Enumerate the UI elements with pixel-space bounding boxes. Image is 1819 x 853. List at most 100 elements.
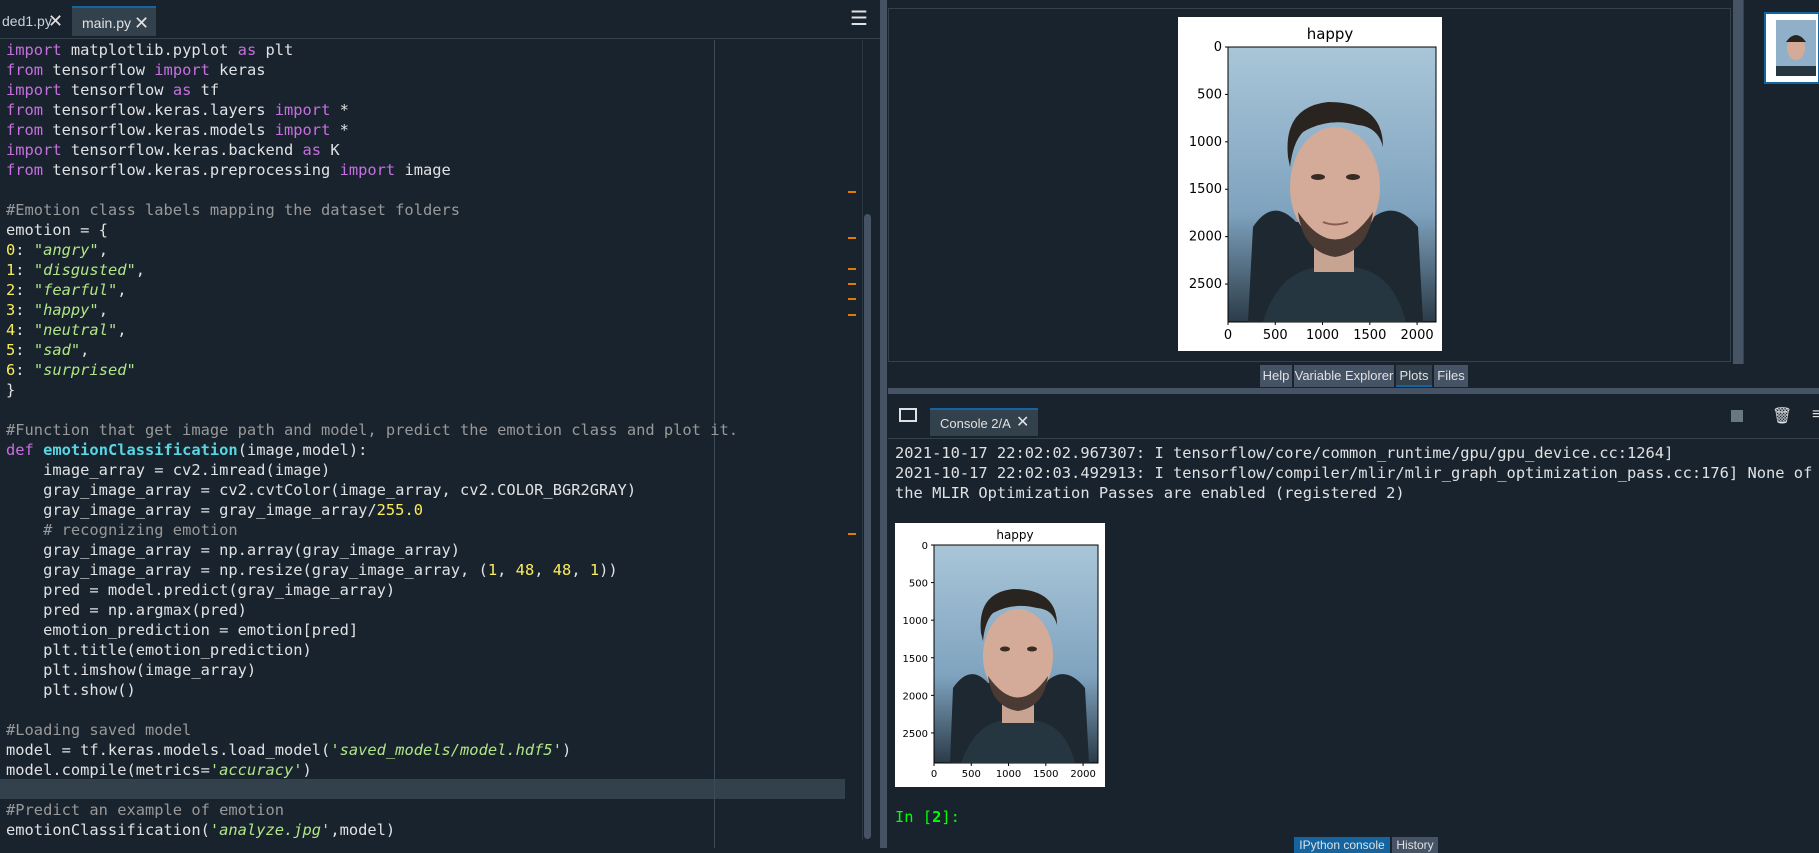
stop-icon[interactable]	[1731, 410, 1743, 422]
hamburger-menu-icon[interactable]: ☰	[850, 6, 868, 31]
code-line[interactable]: gray_image_array = gray_image_array/255.…	[6, 501, 423, 519]
tab-help[interactable]: Help	[1260, 365, 1292, 387]
code-line[interactable]: emotionClassification('analyze.jpg',mode…	[6, 821, 395, 839]
thumbnail-svg	[1776, 20, 1816, 76]
x-tick-label: 1500	[1353, 328, 1386, 343]
scroll-marker	[848, 191, 856, 193]
console-log-line: 2021-10-17 22:02:03.492913: I tensorflow…	[895, 464, 1813, 482]
code-line[interactable]: import tensorflow.keras.backend as K	[6, 141, 340, 159]
pane-splitter[interactable]	[880, 0, 887, 848]
scrollbar-thumb[interactable]	[864, 214, 871, 839]
y-ticks: 0 500 1000 1500 2000 2500	[903, 541, 934, 740]
y-tick-label: 1500	[1189, 182, 1222, 197]
prompt-number: 2	[932, 808, 942, 826]
pane-splitter[interactable]	[1733, 0, 1743, 364]
code-line[interactable]: gray_image_array = cv2.cvtColor(image_ar…	[6, 481, 636, 499]
pane-splitter[interactable]	[888, 388, 1819, 394]
tab-plots[interactable]: Plots	[1396, 365, 1432, 387]
code-line[interactable]: from tensorflow.keras.preprocessing impo…	[6, 161, 451, 179]
y-tick-label: 0	[922, 541, 928, 552]
plot-thumbnail[interactable]	[1764, 12, 1819, 84]
console-divider	[888, 438, 1819, 439]
x-ticks: 0 500 1000 1500 2000	[931, 763, 1096, 780]
code-line[interactable]: gray_image_array = np.resize(gray_image_…	[6, 561, 618, 579]
figure-title: happy	[1307, 25, 1354, 43]
y-tick-label: 2500	[903, 729, 928, 740]
x-tick-label: 0	[1224, 328, 1232, 343]
close-icon[interactable]: ✕	[48, 6, 63, 36]
y-tick-label: 1500	[903, 654, 928, 665]
code-line[interactable]: #Emotion class labels mapping the datase…	[6, 201, 460, 219]
x-tick-label: 500	[962, 769, 981, 780]
x-ticks: 0 500 1000 1500 2000	[1224, 322, 1434, 343]
code-line[interactable]: from tensorflow import keras	[6, 61, 266, 79]
y-tick-label: 1000	[903, 616, 928, 627]
editor-tab-bar: ded1.py ✕ main.py ✕ ☰	[0, 0, 880, 39]
code-line[interactable]: pred = model.predict(gray_image_array)	[6, 581, 395, 599]
code-line[interactable]: pred = np.argmax(pred)	[6, 601, 247, 619]
code-line[interactable]: 2: "fearful",	[6, 281, 127, 299]
figure-svg: happy 0 500 1000 1500 2000 2500 0 500 1000 1500 2…	[903, 528, 1099, 780]
code-line[interactable]: #Predict an example of emotion	[6, 801, 284, 819]
tab-main-py[interactable]: main.py ✕	[72, 6, 156, 36]
close-icon[interactable]: ✕	[134, 8, 149, 38]
x-tick-label: 1500	[1033, 769, 1058, 780]
x-tick-label: 500	[1263, 328, 1288, 343]
console-prompt[interactable]: In [2]:	[895, 808, 960, 826]
tab-history[interactable]: History	[1392, 837, 1438, 853]
scroll-marker	[848, 237, 856, 239]
x-tick-label: 1000	[1306, 328, 1339, 343]
code-line[interactable]: emotion = {	[6, 221, 108, 239]
console-log-line: 2021-10-17 22:02:02.967307: I tensorflow…	[895, 444, 1674, 462]
code-line[interactable]: from tensorflow.keras.layers import *	[6, 101, 349, 119]
plot-figure[interactable]: happy 0 500 1000 1500 2000 2500 0 500 1000 1500 2…	[1178, 17, 1442, 351]
close-icon[interactable]: ✕	[1016, 408, 1029, 438]
tab-label: main.py	[82, 15, 132, 31]
code-line[interactable]: from tensorflow.keras.models import *	[6, 121, 349, 139]
code-text[interactable]: import matplotlib.pyplot as plt from ten…	[6, 40, 738, 840]
code-line[interactable]: plt.imshow(image_array)	[6, 661, 256, 679]
code-line[interactable]: plt.title(emotion_prediction)	[6, 641, 312, 659]
code-line[interactable]: # recognizing emotion	[6, 521, 238, 539]
eye-shape	[1346, 174, 1360, 180]
y-tick-label: 0	[1214, 40, 1222, 55]
tab-files[interactable]: Files	[1434, 365, 1468, 387]
code-line[interactable]: }	[6, 381, 15, 399]
y-ticks: 0 500 1000 1500 2000 2500	[1189, 40, 1228, 292]
tab-untitled1[interactable]: ded1.py ✕	[0, 6, 68, 36]
code-line[interactable]: #Loading saved model	[6, 721, 191, 739]
options-menu-icon[interactable]: ≡	[1812, 406, 1819, 424]
x-tick-label: 0	[931, 769, 937, 780]
tab-variable-explorer[interactable]: Variable Explorer	[1294, 365, 1394, 387]
y-tick-label: 500	[909, 579, 928, 590]
console-log: 2021-10-17 22:02:02.967307: I tensorflow…	[895, 443, 1812, 503]
code-line[interactable]: 1: "disgusted",	[6, 261, 145, 279]
tab-label: ded1.py	[2, 13, 52, 29]
code-line[interactable]: def emotionClassification(image,model):	[6, 441, 367, 459]
code-line[interactable]: 5: "sad",	[6, 341, 89, 359]
folder-icon[interactable]	[899, 408, 917, 422]
trash-icon[interactable]: 🗑	[1772, 406, 1792, 426]
console-tab-label: Console 2/A	[940, 416, 1011, 431]
tab-ipython-console[interactable]: IPython console	[1294, 837, 1390, 853]
code-line[interactable]: 0: "angry",	[6, 241, 108, 259]
x-tick-label: 2000	[1401, 328, 1434, 343]
code-line[interactable]: 3: "happy",	[6, 301, 108, 319]
code-line[interactable]: import matplotlib.pyplot as plt	[6, 41, 293, 59]
code-line[interactable]: model = tf.keras.models.load_model('save…	[6, 741, 571, 759]
code-line[interactable]: emotion_prediction = emotion[pred]	[6, 621, 358, 639]
code-line[interactable]: import tensorflow as tf	[6, 81, 219, 99]
code-line[interactable]: gray_image_array = np.array(gray_image_a…	[6, 541, 460, 559]
code-line[interactable]: #Function that get image path and model,…	[6, 421, 738, 439]
scroll-marker	[848, 533, 856, 535]
code-line[interactable]: image_array = cv2.imread(image)	[6, 461, 330, 479]
prompt-prefix: In [	[895, 808, 933, 826]
prompt-suffix: ]:	[941, 808, 960, 826]
y-tick-label: 2500	[1189, 277, 1222, 292]
code-line[interactable]: 4: "neutral",	[6, 321, 127, 339]
figure-title: happy	[996, 528, 1033, 542]
code-line[interactable]: plt.show()	[6, 681, 136, 699]
code-editor-pane: ded1.py ✕ main.py ✕ ☰ import matplotlib.…	[0, 0, 880, 848]
code-line[interactable]: 6: "surprised"	[6, 361, 136, 379]
code-line[interactable]: model.compile(metrics='accuracy')	[6, 761, 312, 779]
